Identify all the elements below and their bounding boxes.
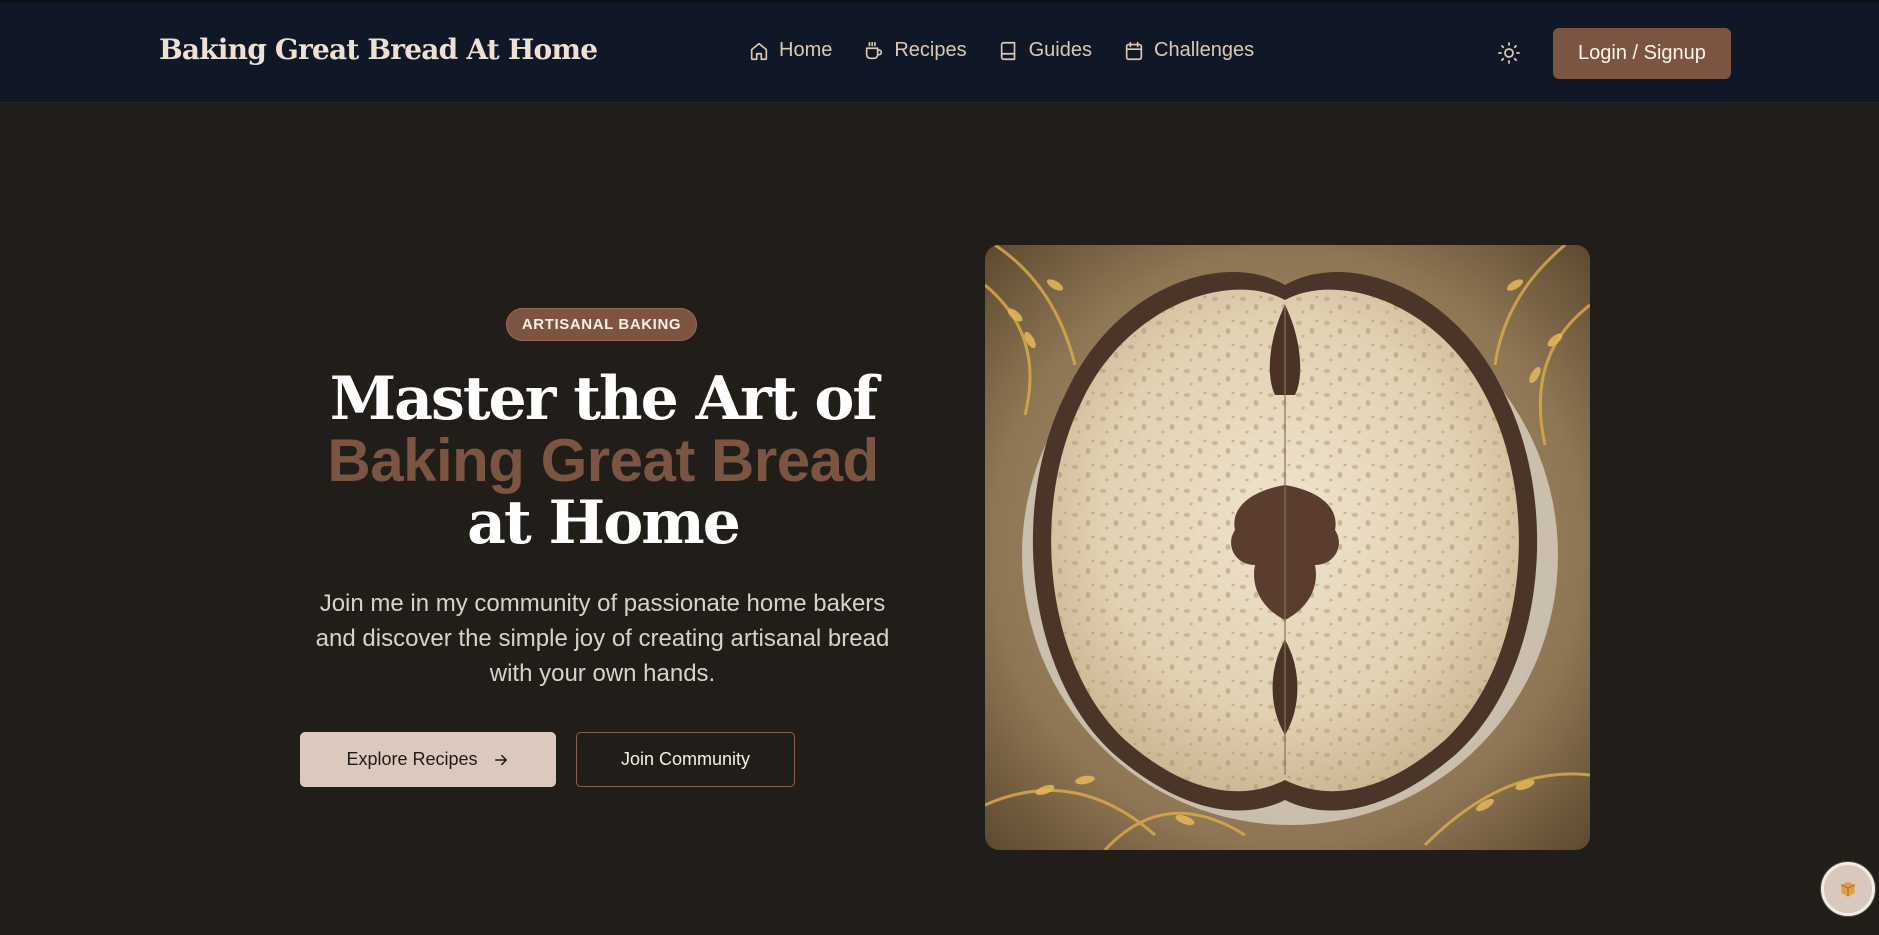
nav-guides[interactable]: Guides — [998, 39, 1092, 62]
home-icon — [750, 42, 768, 60]
box-icon — [1841, 881, 1855, 897]
sun-icon[interactable] — [1497, 41, 1521, 65]
nav-guides-label: Guides — [1028, 39, 1092, 61]
book-icon — [1000, 41, 1015, 60]
hero-title: Master the Art of Baking Great Bread at … — [302, 368, 904, 554]
floating-widget-button[interactable] — [1821, 862, 1875, 916]
explore-recipes-label: Explore Recipes — [346, 749, 478, 769]
main-nav: Home Recipes Guides Challenges — [748, 39, 1254, 62]
category-badge: ARTISANAL BAKING — [506, 308, 697, 341]
login-signup-button[interactable]: Login / Signup — [1553, 28, 1731, 79]
hero-title-accent: Baking Great Bread — [327, 427, 879, 494]
explore-recipes-button[interactable]: Explore Recipes — [300, 732, 556, 787]
nav-home[interactable]: Home — [748, 39, 832, 62]
hero-title-line3: at Home — [467, 488, 741, 558]
nav-recipes-label: Recipes — [894, 39, 967, 61]
arrow-right-icon — [494, 754, 507, 765]
site-header: Baking Great Bread At Home Home Recipes … — [0, 3, 1879, 103]
coffee-cup-icon — [866, 41, 883, 59]
brand-logo-text[interactable]: Baking Great Bread At Home — [159, 33, 598, 66]
hero-title-line1: Master the Art of — [329, 364, 878, 434]
nav-recipes[interactable]: Recipes — [863, 39, 967, 62]
join-community-button[interactable]: Join Community — [576, 732, 795, 787]
nav-challenges[interactable]: Challenges — [1123, 39, 1254, 62]
calendar-icon — [1125, 41, 1143, 60]
bread-hero-image — [985, 245, 1590, 850]
nav-home-label: Home — [779, 39, 833, 61]
nav-challenges-label: Challenges — [1154, 39, 1255, 61]
hero-subtitle: Join me in my community of passionate ho… — [315, 590, 890, 687]
